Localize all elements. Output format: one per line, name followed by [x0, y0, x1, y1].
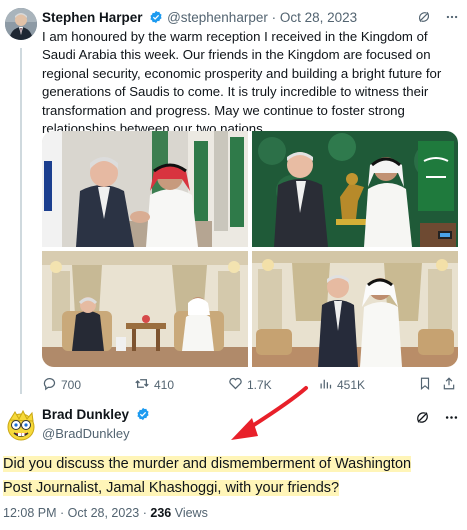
meta-separator: ·	[60, 506, 65, 520]
more-icon[interactable]	[445, 10, 459, 27]
photo-handshake[interactable]	[42, 131, 248, 247]
tweet-header: Stephen Harper @stephenharper · Oct 28, …	[42, 9, 462, 27]
reply-count: 700	[61, 378, 82, 392]
repost-count: 410	[154, 378, 175, 392]
bookmark-icon	[418, 376, 432, 394]
reply-text: Did you discuss the murder and dismember…	[3, 456, 412, 496]
reply-icon	[42, 376, 57, 394]
reply-top-actions	[415, 410, 459, 428]
reply-header: Brad Dunkley	[42, 407, 150, 425]
share-action[interactable]	[442, 376, 456, 394]
reply-views-count: 236	[150, 506, 172, 520]
tweet-date[interactable]: Oct 28, 2023	[280, 10, 357, 25]
verified-badge-icon	[149, 10, 163, 29]
grok-icon[interactable]	[417, 10, 431, 27]
like-action[interactable]: 1.7K	[228, 376, 272, 394]
photo-statue-gift[interactable]	[252, 131, 458, 247]
reply-time[interactable]: 12:08 PM	[3, 506, 57, 520]
reply-handle[interactable]: @BradDunkley	[42, 426, 130, 441]
original-tweet[interactable]: Stephen Harper @stephenharper · Oct 28, …	[0, 0, 467, 394]
views-action[interactable]: 451K	[318, 376, 365, 394]
tweet-text: I am honoured by the warm reception I re…	[42, 29, 442, 137]
tweet-actions: 700 410 1.7K 451K	[42, 376, 460, 394]
repost-action[interactable]: 410	[134, 376, 174, 394]
more-icon[interactable]	[444, 410, 459, 428]
views-icon	[318, 376, 333, 394]
reply-display-name[interactable]: Brad Dunkley	[42, 407, 129, 422]
display-name[interactable]: Stephen Harper	[42, 10, 143, 25]
repost-icon	[134, 376, 150, 394]
avatar[interactable]	[5, 8, 37, 40]
thread-line	[20, 48, 22, 394]
like-icon	[228, 376, 243, 394]
reply-date[interactable]: Oct 28, 2023	[68, 506, 140, 520]
handle[interactable]: @stephenharper	[167, 10, 268, 25]
reply-tweet[interactable]: Brad Dunkley @BradDunkley Did you discus…	[0, 396, 467, 530]
verified-badge-icon	[136, 407, 150, 425]
tweet-top-actions	[417, 10, 459, 27]
grok-icon[interactable]	[415, 410, 430, 428]
reply-avatar[interactable]	[3, 408, 39, 444]
reply-action[interactable]: 700	[42, 376, 81, 394]
photo-seated-meeting[interactable]	[42, 251, 248, 367]
bookmark-action[interactable]	[418, 376, 432, 394]
meta-separator: ·	[142, 506, 147, 520]
photo-standing-portrait[interactable]	[252, 251, 458, 367]
like-count: 1.7K	[247, 378, 272, 392]
separator: ·	[271, 10, 277, 25]
share-icon	[442, 376, 456, 394]
views-count: 451K	[337, 378, 366, 392]
photo-grid	[42, 131, 458, 367]
reply-text-block: Did you discuss the murder and dismember…	[3, 452, 443, 500]
reply-views-label: Views	[174, 506, 208, 520]
reply-meta: 12:08 PM · Oct 28, 2023 · 236 Views	[3, 506, 208, 520]
